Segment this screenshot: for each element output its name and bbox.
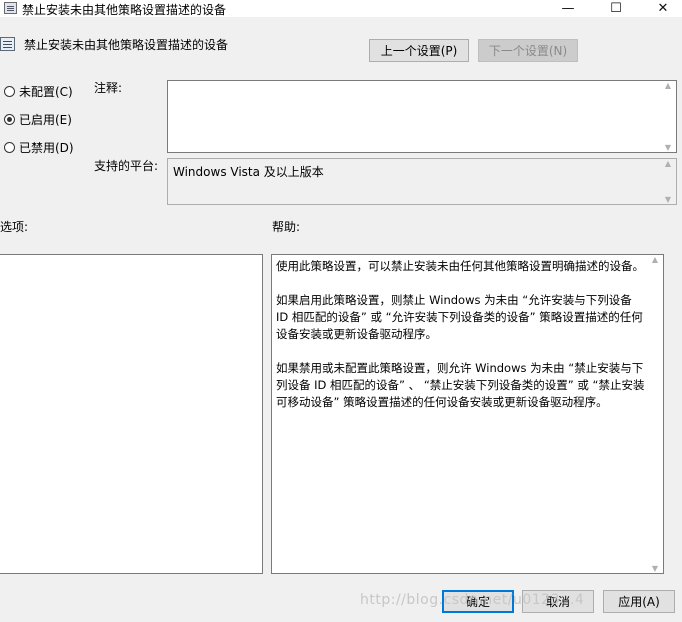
scroll-down-icon[interactable]: ▼ [665, 195, 671, 204]
platform-field: Windows Vista 及以上版本 ▲ ▼ [167, 158, 677, 205]
next-setting-button[interactable]: 下一个设置(N) [478, 39, 578, 62]
radio-circle[interactable] [4, 141, 15, 153]
setting-name: 禁止安装未由其他策略设置描述的设备 [24, 38, 229, 52]
radio-not-configured[interactable]: 未配置(C) [4, 83, 73, 99]
window-title: 禁止安装未由其他策略设置描述的设备 [22, 3, 227, 17]
options-panel [0, 254, 263, 574]
cancel-button[interactable]: 取消 [522, 590, 594, 613]
previous-setting-button[interactable]: 上一个设置(P) [369, 39, 469, 62]
help-paragraph: 如果启用此策略设置，则禁止 Windows 为未由 “允许安装与下列设备 ID … [276, 293, 643, 341]
ok-button[interactable]: 确定 [442, 590, 514, 613]
help-panel: 使用此策略设置，可以禁止安装未由任何其他策略设置明确描述的设备。 如果启用此策略… [271, 254, 664, 574]
scroll-down-icon[interactable]: ▼ [652, 564, 658, 573]
help-paragraph: 如果禁用或未配置此策略设置，则允许 Windows 为未由 “禁止安装与下列设备… [276, 361, 645, 409]
help-paragraph: 使用此策略设置，可以禁止安装未由任何其他策略设置明确描述的设备。 [276, 259, 644, 273]
radio-circle-checked[interactable] [4, 113, 15, 125]
scroll-down-icon[interactable]: ▼ [665, 143, 671, 152]
minimize-button[interactable]: — [545, 0, 591, 17]
platform-label: 支持的平台: [94, 159, 159, 173]
radio-disabled[interactable]: 已禁用(D) [4, 139, 74, 155]
policy-doc-icon [4, 2, 17, 14]
help-label: 帮助: [272, 220, 301, 234]
help-text: 使用此策略设置，可以禁止安装未由任何其他策略设置明确描述的设备。 如果启用此策略… [276, 258, 645, 428]
radio-label: 已启用(E) [19, 112, 72, 127]
scroll-up-icon[interactable]: ▲ [665, 159, 671, 168]
radio-label: 未配置(C) [19, 84, 73, 99]
platform-value: Windows Vista 及以上版本 [173, 165, 324, 179]
policy-setting-icon [0, 37, 15, 51]
comment-label: 注释: [94, 81, 123, 95]
scroll-up-icon[interactable]: ▲ [652, 255, 658, 264]
close-button[interactable]: ✕ [640, 0, 682, 17]
radio-enabled[interactable]: 已启用(E) [4, 111, 72, 127]
platform-scrollbar[interactable]: ▲ ▼ [660, 159, 676, 204]
radio-circle[interactable] [4, 85, 15, 97]
radio-label: 已禁用(D) [19, 140, 74, 155]
maximize-button[interactable]: ☐ [593, 0, 639, 17]
scroll-up-icon[interactable]: ▲ [665, 81, 671, 90]
help-scrollbar[interactable]: ▲ ▼ [647, 255, 663, 573]
options-label: 选项: [0, 220, 29, 234]
comment-textarea[interactable]: ▲ ▼ [167, 80, 677, 153]
title-bar: 禁止安装未由其他策略设置描述的设备 — ☐ ✕ [0, 0, 682, 17]
comment-scrollbar[interactable]: ▲ ▼ [660, 81, 676, 152]
apply-button[interactable]: 应用(A) [603, 590, 675, 613]
